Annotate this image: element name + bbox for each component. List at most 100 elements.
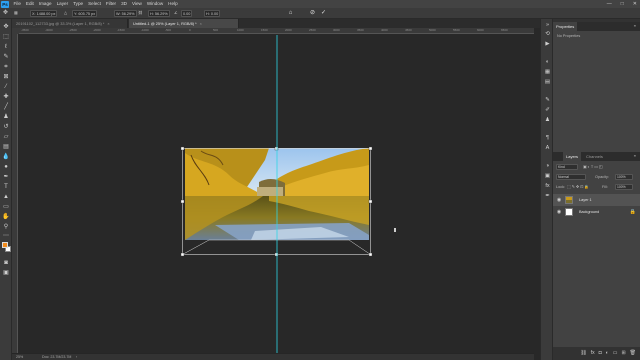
swatches-icon[interactable]: ▦ (544, 69, 551, 76)
mask-icon[interactable]: ◘ (599, 348, 602, 358)
libraries-icon[interactable]: ▣ (544, 173, 551, 180)
visibility-eye-icon[interactable]: ◉ (556, 209, 562, 215)
pen-tool-icon[interactable]: ✒ (2, 173, 10, 181)
status-arrow-icon[interactable]: › (76, 354, 77, 360)
fill-field[interactable]: 100% (615, 184, 633, 190)
transform-handle[interactable] (180, 146, 185, 151)
angle-field[interactable]: 0.00 (181, 10, 193, 17)
menu-view[interactable]: View (129, 0, 144, 8)
menu-window[interactable]: Window (144, 0, 165, 8)
brushes-icon[interactable]: ✎ (544, 97, 551, 104)
vertical-ruler[interactable] (12, 34, 18, 354)
history-icon[interactable]: ⟲ (544, 31, 551, 38)
group-icon[interactable]: ▭ (613, 348, 618, 358)
tab-document-1[interactable]: 20191102_112733.jpg @ 33.3% (Layer 1, RG… (12, 19, 128, 28)
move-tool-icon[interactable]: ✥ (2, 23, 10, 31)
width-field[interactable]: W: 56.29% (114, 10, 137, 17)
tab-channels[interactable]: Channels (583, 152, 606, 161)
foreground-color-swatch[interactable] (2, 242, 8, 248)
more-tools-icon[interactable]: ⋯ (2, 232, 10, 240)
menu-help[interactable]: Help (166, 0, 180, 8)
eyedropper-tool-icon[interactable]: ⁄ (2, 83, 10, 91)
commit-transform-button[interactable]: ✓ (320, 10, 327, 17)
shape-tool-icon[interactable]: ▭ (2, 203, 10, 211)
menu-type[interactable]: Type (71, 0, 86, 8)
eraser-tool-icon[interactable]: ▱ (2, 133, 10, 141)
canvas-workspace[interactable] (19, 35, 534, 353)
minimize-button[interactable]: — (607, 0, 612, 8)
healing-tool-icon[interactable]: ✚ (2, 93, 10, 101)
quick-select-tool-icon[interactable]: ✎ (2, 53, 10, 61)
transform-handle[interactable] (368, 252, 373, 257)
transform-handle[interactable] (180, 199, 185, 204)
stamp-tool-icon[interactable]: ♟ (2, 113, 10, 121)
lasso-tool-icon[interactable]: ℓ (2, 43, 10, 51)
layer-name[interactable]: Layer 1 (579, 194, 592, 206)
collapse-icon[interactable]: » (544, 22, 551, 29)
reference-point-icon[interactable]: ▦ (14, 10, 18, 17)
menu-filter[interactable]: Filter (103, 0, 118, 8)
panel-menu-icon[interactable]: ≡ (634, 154, 636, 158)
opacity-field[interactable]: 100% (615, 174, 633, 180)
tab-layers[interactable]: Layers (563, 152, 582, 161)
fx-icon[interactable]: fx (591, 348, 595, 358)
color-icon[interactable]: ◐ (544, 59, 551, 66)
tab-properties[interactable]: Properties (553, 22, 578, 31)
blend-mode-dropdown[interactable]: Normal (556, 174, 586, 180)
panel-menu-icon[interactable]: ≡ (634, 24, 636, 28)
menu-edit[interactable]: Edit (23, 0, 36, 8)
y-position-field[interactable]: Y: 605.75 px (72, 10, 98, 17)
layer-name[interactable]: Background (579, 206, 599, 218)
gradients-icon[interactable]: ▤ (544, 79, 551, 86)
frame-tool-icon[interactable]: ⊠ (2, 73, 10, 81)
transform-handle[interactable] (180, 252, 185, 257)
warp-mode-icon[interactable]: ⌂ (287, 10, 294, 17)
horizontal-ruler[interactable]: -3500 -3000 -2500 -2000 -1500 -1000 -500… (19, 28, 534, 34)
link-layers-icon[interactable]: ⛓ (580, 348, 586, 358)
path-select-tool-icon[interactable]: ▲ (2, 193, 10, 201)
history-brush-tool-icon[interactable]: ↺ (2, 123, 10, 131)
menu-3d[interactable]: 3D (119, 0, 130, 8)
visibility-eye-icon[interactable]: ◉ (556, 197, 562, 203)
photoshop-logo[interactable]: Ps (1, 0, 9, 8)
layer-row-layer-1[interactable]: ◉ Layer 1 (553, 194, 640, 206)
gradient-tool-icon[interactable]: ▤ (2, 143, 10, 151)
type-tool-icon[interactable]: T (2, 183, 10, 191)
cancel-transform-button[interactable]: ⊘ (309, 10, 316, 17)
height-field[interactable]: H: 56.29% (148, 10, 170, 17)
crop-tool-icon[interactable]: ⌗ (2, 63, 10, 71)
layer-row-background[interactable]: ◉ Background 🔒 (553, 206, 640, 218)
transform-handle[interactable] (368, 146, 373, 151)
close-window-button[interactable]: ✕ (633, 0, 637, 8)
menu-image[interactable]: Image (36, 0, 54, 8)
close-tab-icon[interactable]: × (200, 21, 202, 26)
filter-icons[interactable]: ▣ ◐ T ▭ ◰ (583, 164, 602, 169)
clone-source-icon[interactable]: ♟ (544, 117, 551, 124)
actions-icon[interactable]: ▶ (544, 41, 551, 48)
new-layer-icon[interactable]: ⊞ (621, 348, 625, 358)
adjustment-layer-icon[interactable]: ◐ (606, 348, 609, 358)
menu-file[interactable]: File (11, 0, 23, 8)
transform-handle[interactable] (274, 146, 279, 151)
tab-document-2[interactable]: Untitled-1 @ 25% (Layer 1, RGB/8) * × (129, 19, 239, 28)
hand-tool-icon[interactable]: ✋ (2, 213, 10, 221)
layer-filter-dropdown[interactable]: Kind (556, 164, 578, 170)
transform-handle[interactable] (274, 252, 279, 257)
lock-icons[interactable]: ⬚ ✎ ✥ ⊡ 🔒 (567, 184, 589, 189)
lock-icon[interactable]: 🔒 (630, 209, 636, 215)
brush-tool-icon[interactable]: ╱ (2, 103, 10, 111)
zoom-level[interactable]: 25% (16, 354, 23, 360)
close-tab-icon[interactable]: × (107, 21, 109, 26)
brush-settings-icon[interactable]: ✐ (544, 107, 551, 114)
marquee-tool-icon[interactable]: ⬚ (2, 33, 10, 41)
zoom-tool-icon[interactable]: ⚲ (2, 223, 10, 231)
screen-mode-icon[interactable]: ▣ (2, 269, 10, 277)
blur-tool-icon[interactable]: 💧 (2, 153, 10, 161)
character-icon[interactable]: A (544, 145, 551, 152)
adjustments-icon[interactable]: ◑ (544, 163, 551, 170)
menu-layer[interactable]: Layer (54, 0, 71, 8)
transform-handle[interactable] (368, 199, 373, 204)
menu-select[interactable]: Select (86, 0, 104, 8)
dodge-tool-icon[interactable]: ● (2, 163, 10, 171)
trash-icon[interactable]: 🗑 (630, 348, 636, 358)
